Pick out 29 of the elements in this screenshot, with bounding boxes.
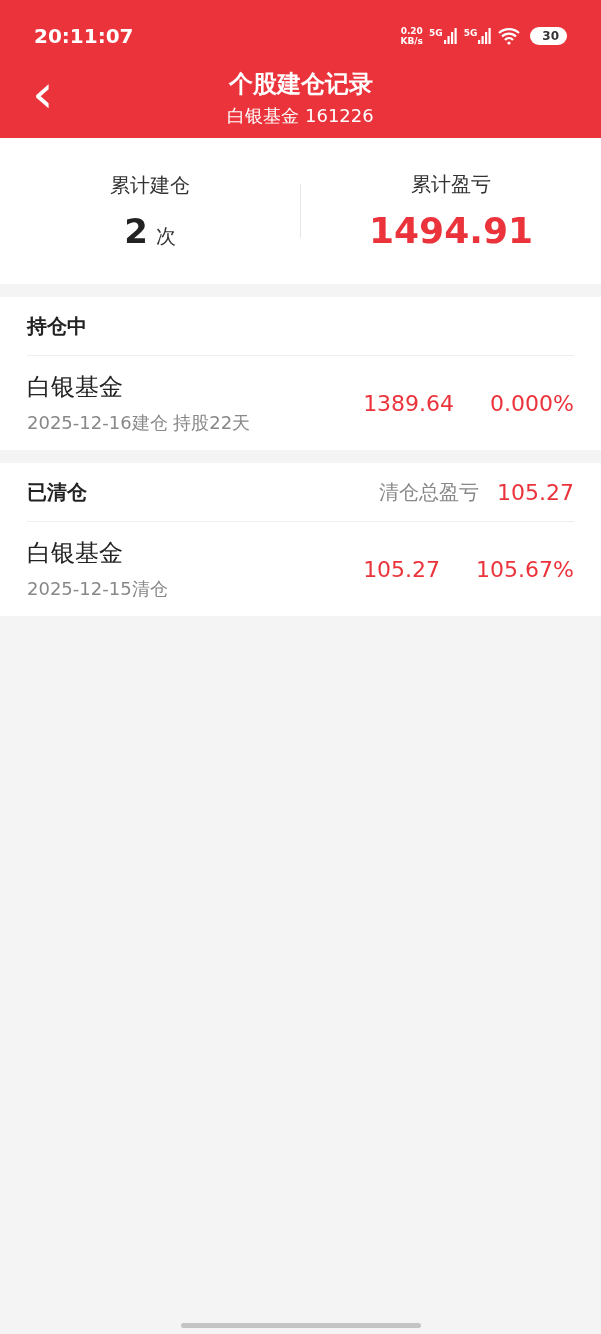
- status-time: 20:11:07: [34, 24, 134, 48]
- summary-unit: 次: [155, 222, 176, 250]
- back-button[interactable]: ‹: [26, 70, 60, 118]
- section-summary-label: 清仓总盈亏: [379, 478, 479, 506]
- fund-percent: 0.000%: [490, 390, 574, 416]
- fund-name: 白银基金: [27, 372, 124, 403]
- fund-amount: 1389.64: [363, 390, 455, 416]
- fund-name: 白银基金: [27, 538, 124, 569]
- network-label: 5G: [429, 28, 443, 38]
- section-title: 持仓中: [27, 312, 87, 340]
- summary-value: 2: [124, 210, 148, 251]
- network-speed: 0.20 KB/s: [400, 26, 423, 46]
- section-summary-value: 105.27: [497, 479, 574, 505]
- battery-level: 30: [530, 27, 567, 45]
- summary-label: 累计建仓: [110, 171, 190, 199]
- page-title: 个股建仓记录: [228, 69, 373, 100]
- fund-date: 2025-12-15清仓: [27, 577, 168, 601]
- signal-icon: [443, 28, 458, 44]
- signal-icon: [478, 28, 493, 44]
- fund-date: 2025-12-16建仓 持股22天: [27, 411, 251, 435]
- fund-amount: 105.27: [363, 556, 441, 582]
- summary-label: 累计盈亏: [411, 171, 491, 198]
- section-title: 已清仓: [27, 478, 87, 506]
- page-subtitle: 白银基金 161226: [227, 104, 374, 128]
- summary-value: 1494.91: [369, 210, 533, 251]
- network-label: 5G: [463, 28, 478, 38]
- wifi-icon: [498, 27, 521, 45]
- home-indicator[interactable]: [180, 1323, 421, 1328]
- fund-percent: 105.67%: [476, 556, 574, 582]
